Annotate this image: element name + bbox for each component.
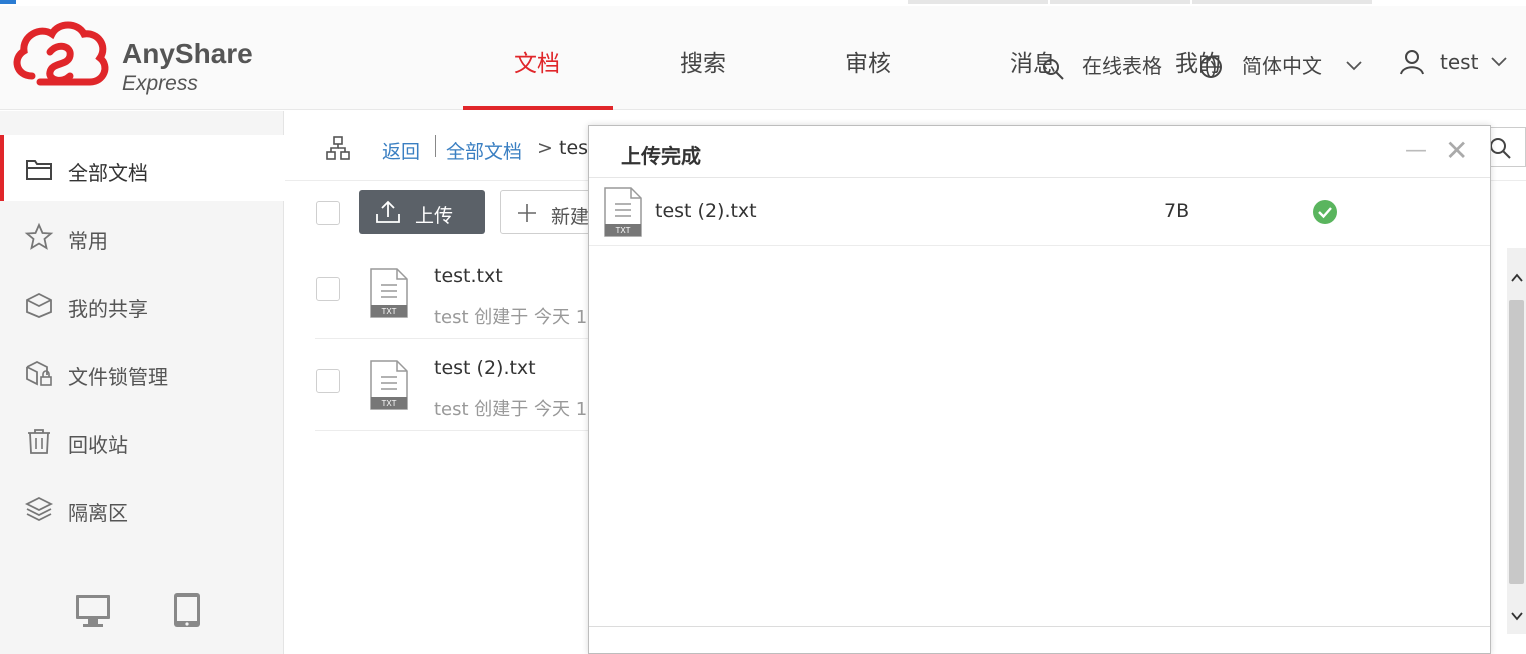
txt-file-icon: TXT xyxy=(370,268,408,318)
search-icon[interactable] xyxy=(1488,136,1512,160)
sidebar-item-label: 全部文档 xyxy=(68,161,148,185)
user-icon[interactable] xyxy=(1398,48,1426,76)
tablet-client-icon[interactable] xyxy=(172,591,202,629)
sidebar-item-label: 常用 xyxy=(68,229,108,253)
window-tab[interactable] xyxy=(1050,0,1190,4)
breadcrumb-all-docs-link[interactable]: 全部文档 xyxy=(446,137,522,164)
upload-complete-dialog: 上传完成 — ✕ TXT test (2).txt 7B xyxy=(588,125,1491,654)
tree-view-icon[interactable] xyxy=(325,135,351,161)
sidebar-item-file-lock[interactable]: 文件锁管理 xyxy=(0,339,284,405)
dialog-footer-divider xyxy=(589,626,1490,627)
user-name[interactable]: test xyxy=(1440,50,1478,74)
sidebar-item-my-shares[interactable]: 我的共享 xyxy=(0,271,284,337)
language-selector[interactable]: 简体中文 xyxy=(1242,50,1322,79)
sidebar-item-label: 文件锁管理 xyxy=(68,365,168,389)
dialog-header: 上传完成 — ✕ xyxy=(589,126,1490,178)
breadcrumb-separator: > xyxy=(537,137,553,159)
layers-icon xyxy=(24,496,54,522)
brand-edition: Express xyxy=(122,72,198,95)
scroll-down-icon[interactable] xyxy=(1510,610,1524,622)
desktop-client-icon[interactable] xyxy=(74,591,112,629)
globe-icon[interactable] xyxy=(1198,54,1224,80)
app-header: AnyShare Express 文档 搜索 审核 消息 在线表格 我的 简体中… xyxy=(0,6,1526,110)
window-tab[interactable] xyxy=(1192,0,1372,4)
chevron-down-icon[interactable] xyxy=(1490,56,1508,68)
file-type-badge: TXT xyxy=(381,307,396,316)
window-tab[interactable] xyxy=(908,0,1048,4)
nav-online-sheets[interactable]: 在线表格 xyxy=(1082,50,1162,79)
sidebar: 全部文档 常用 我的共享 文件锁管理 回收站 隔离区 xyxy=(0,111,284,654)
share-icon xyxy=(26,292,52,318)
chevron-down-icon[interactable] xyxy=(1345,60,1363,72)
file-type-badge: TXT xyxy=(615,226,630,235)
nav-active-underline xyxy=(463,106,613,110)
file-name[interactable]: test.txt xyxy=(434,265,503,287)
row-checkbox[interactable] xyxy=(316,369,340,393)
file-meta: test 创建于 今天 1 xyxy=(434,307,588,328)
upload-item: TXT test (2).txt 7B xyxy=(589,178,1490,246)
checkmark-icon xyxy=(1318,207,1332,219)
close-button[interactable]: ✕ xyxy=(1445,134,1468,167)
file-name[interactable]: test (2).txt xyxy=(434,357,536,379)
new-button-label: 新建 xyxy=(551,206,590,228)
upload-button[interactable]: 上传 xyxy=(359,190,485,234)
plus-icon xyxy=(518,204,536,222)
sidebar-item-recycle-bin[interactable]: 回收站 xyxy=(0,407,284,473)
sidebar-item-label: 回收站 xyxy=(68,433,128,457)
dialog-title: 上传完成 xyxy=(621,144,701,168)
breadcrumb-back-link[interactable]: 返回 xyxy=(382,137,420,164)
sidebar-item-all-docs[interactable]: 全部文档 xyxy=(0,135,284,201)
breadcrumb-divider xyxy=(435,135,436,157)
upload-icon xyxy=(376,200,400,223)
nav-review[interactable]: 审核 xyxy=(845,44,891,78)
brand-logo[interactable]: AnyShare Express xyxy=(12,18,272,98)
scroll-up-icon[interactable] xyxy=(1510,272,1524,284)
scrollbar-thumb[interactable] xyxy=(1509,300,1524,584)
table-row[interactable]: TXT test (2).txt test 创建于 今天 1 xyxy=(315,339,615,431)
window-tab-indicator xyxy=(0,0,16,4)
table-row[interactable]: TXT test.txt test 创建于 今天 1 xyxy=(315,247,615,339)
folder-icon xyxy=(26,160,52,180)
file-meta: test 创建于 今天 1 xyxy=(434,399,588,420)
upload-file-name: test (2).txt xyxy=(655,200,757,222)
sidebar-item-favorites[interactable]: 常用 xyxy=(0,203,284,269)
select-all-checkbox[interactable] xyxy=(316,201,340,225)
file-type-badge: TXT xyxy=(381,399,396,408)
nav-search[interactable]: 搜索 xyxy=(680,44,726,78)
row-checkbox[interactable] xyxy=(316,277,340,301)
vertical-scrollbar[interactable] xyxy=(1507,248,1526,634)
search-icon[interactable] xyxy=(1040,56,1066,82)
anyshare-logo-icon xyxy=(13,21,109,86)
lock-cube-icon xyxy=(26,360,52,386)
sidebar-item-label: 隔离区 xyxy=(68,501,128,525)
sidebar-item-quarantine[interactable]: 隔离区 xyxy=(0,475,284,541)
brand-name: AnyShare xyxy=(122,38,253,69)
upload-file-size: 7B xyxy=(1164,200,1190,222)
txt-file-icon: TXT xyxy=(370,360,408,410)
trash-icon xyxy=(28,429,50,454)
upload-button-label: 上传 xyxy=(415,205,454,227)
upload-success-icon xyxy=(1313,200,1337,224)
star-icon xyxy=(24,222,54,250)
txt-file-icon: TXT xyxy=(604,187,642,237)
minimize-button[interactable]: — xyxy=(1405,138,1427,163)
nav-docs[interactable]: 文档 xyxy=(514,44,560,78)
sidebar-item-label: 我的共享 xyxy=(68,297,148,321)
